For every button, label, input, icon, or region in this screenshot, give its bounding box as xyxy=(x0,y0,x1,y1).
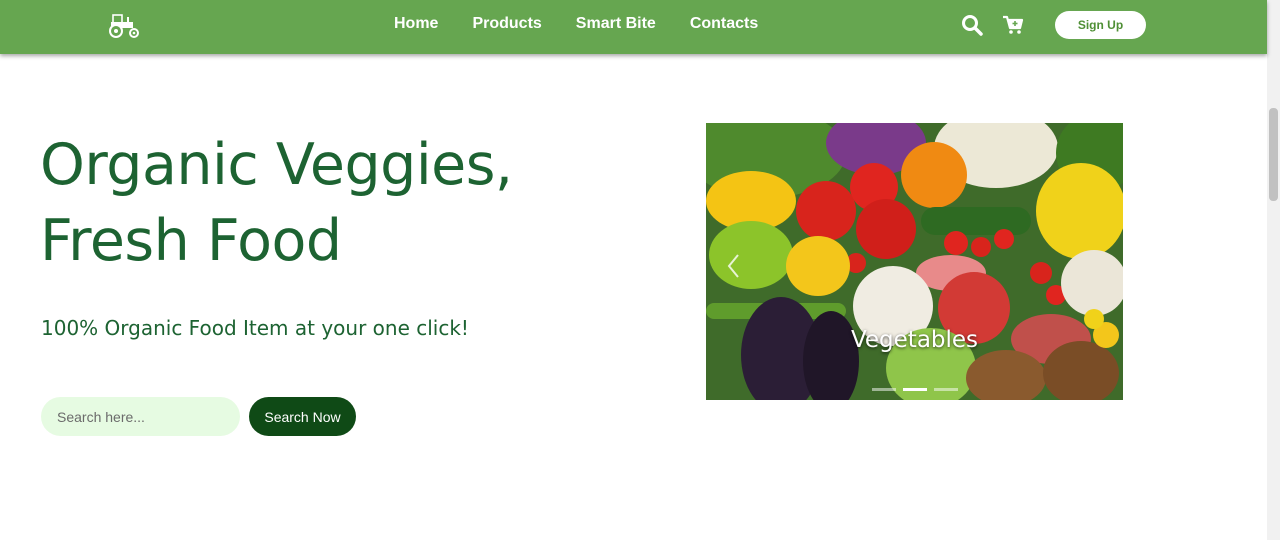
nav-smart-bite[interactable]: Smart Bite xyxy=(576,14,656,34)
search-icon[interactable] xyxy=(961,14,983,36)
navbar: Home Products Smart Bite Contacts Sign U… xyxy=(0,0,1267,54)
carousel-indicator-1[interactable] xyxy=(872,388,896,391)
page: Home Products Smart Bite Contacts Sign U… xyxy=(0,0,1280,540)
carousel-indicators xyxy=(872,388,965,391)
carousel-caption: Vegetables xyxy=(850,327,979,353)
chevron-left-icon[interactable] xyxy=(724,251,744,281)
nav-home[interactable]: Home xyxy=(394,14,438,34)
page-scrollbar[interactable] xyxy=(1267,0,1280,540)
tractor-icon[interactable] xyxy=(108,11,142,39)
hero-title: Organic Veggies, Fresh Food xyxy=(40,127,513,279)
carousel-indicator-3[interactable] xyxy=(934,388,958,391)
nav-contacts[interactable]: Contacts xyxy=(690,14,758,34)
hero-title-line-2: Fresh Food xyxy=(40,208,342,274)
search-input[interactable] xyxy=(41,397,240,436)
vegetables-image xyxy=(706,123,1123,400)
cart-plus-icon[interactable] xyxy=(1002,14,1024,36)
nav-links: Home Products Smart Bite Contacts xyxy=(394,14,792,34)
hero-title-line-1: Organic Veggies, xyxy=(40,132,513,198)
hero-subtitle: 100% Organic Food Item at your one click… xyxy=(41,316,469,340)
search-now-button[interactable]: Search Now xyxy=(249,397,356,436)
nav-products[interactable]: Products xyxy=(472,14,541,34)
sign-up-button[interactable]: Sign Up xyxy=(1055,11,1146,39)
scrollbar-thumb[interactable] xyxy=(1269,108,1278,201)
carousel-indicator-2[interactable] xyxy=(903,388,927,391)
vegetables-carousel[interactable]: Vegetables xyxy=(706,123,1123,400)
